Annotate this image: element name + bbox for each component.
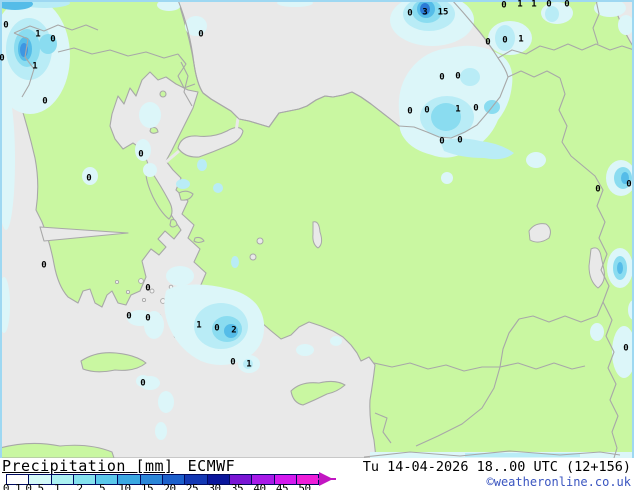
legend-model: ECMWF	[187, 457, 236, 475]
precip-value-label: 0	[230, 358, 235, 368]
precip-value-label: 0	[457, 136, 462, 146]
precip-value-label: 0	[626, 180, 631, 190]
legend-tick-label: 20	[163, 482, 176, 490]
precipitation-map: 0 1 0 0 1 0 0 0 0 0 3 15 0 1 1 0 0 0 0 1 0 0 0 0 1 0 0 0 0 0 0 0 0 0 1 0 2 0 1…	[0, 0, 634, 458]
precip-value-label: 0	[140, 379, 145, 389]
island-lemnos	[149, 126, 159, 134]
legend-bar: Precipitation [mm] ECMWF 0.1 0.5 1 2 5 10 15 20 2…	[0, 457, 634, 490]
precip-value-label: 1	[518, 35, 523, 45]
precip-value-label: 0	[126, 312, 131, 322]
precip-value-label: 0	[623, 344, 628, 354]
weather-map-screen: 0 1 0 0 1 0 0 0 0 0 3 15 0 1 1 0 0 0 0 1 0 0 0 0 1 0 0 0 0 0 0 0 0 0 1 0 2 0 1…	[0, 0, 634, 490]
precip-value-label: 1	[517, 0, 522, 10]
precip-value-label: 0	[502, 36, 507, 46]
color-scale-ticks: 0.1 0.5 1 2 5 10 15 20 25 30 35 40 45 50	[0, 482, 360, 490]
legend-tick-label: 1	[53, 482, 61, 490]
precip-value-label: 0	[407, 9, 412, 19]
precip-value-label: 0	[41, 261, 46, 271]
precip-value-label: 3	[422, 8, 427, 18]
legend-title: Precipitation [mm] ECMWF	[2, 457, 235, 475]
legend-tick-label: 30	[208, 482, 221, 490]
precip-value-label: 0	[455, 72, 460, 82]
legend-tick-label: 5	[98, 482, 106, 490]
precip-value-label: 0	[0, 54, 5, 64]
legend-tick-label: 10	[118, 482, 131, 490]
precip-value-label: 1	[531, 0, 536, 10]
precip-value-label: 0	[546, 0, 551, 10]
precip-value-label: 0	[564, 0, 569, 10]
lake-beysehir	[249, 253, 257, 261]
precip-value-label: 0	[595, 185, 600, 195]
watermark-link[interactable]: ©weatheronline.co.uk	[487, 475, 632, 489]
precip-value-label: 1	[196, 321, 201, 331]
precip-value-label: 0	[501, 1, 506, 11]
island-chios	[169, 219, 178, 228]
lake-egirdir	[256, 237, 264, 245]
precip-value-label: 15	[438, 8, 449, 18]
precip-value-label: 0	[439, 73, 444, 83]
precip-value-label: 0	[407, 107, 412, 117]
valid-time-label: Tu 14-04-2026 18..00 UTC (12+156)	[362, 459, 631, 475]
legend-tick-label: 0.5	[25, 482, 44, 490]
legend-tick-label: 35	[230, 482, 244, 490]
precip-value-label: 1	[32, 62, 37, 72]
legend-tick-label: 25	[185, 482, 199, 490]
legend-tick-label: 45	[275, 482, 289, 490]
island-thasos	[159, 90, 167, 98]
map-svg: 01 00100000 3 150 1 1 0 00 0 10 00 0 1 00 00 0000 01 0 20 1…	[0, 0, 634, 458]
legend-tick-label: 15	[140, 482, 154, 490]
precip-value-label: 0	[138, 150, 143, 160]
legend-tick-label: 50	[298, 482, 311, 490]
precip-value-label: 0	[485, 38, 490, 48]
precip-value-label: 1	[455, 105, 460, 115]
legend-tick-label: 2	[76, 482, 83, 490]
precip-value-label: 0	[439, 137, 444, 147]
legend-unit: [mm]	[135, 457, 174, 475]
precip-value-label: 0	[198, 30, 203, 40]
precip-value-label: 0	[424, 106, 429, 116]
scale-overflow-arrow-tail	[318, 478, 336, 480]
legend-tick-label: 40	[253, 482, 266, 490]
precip-value-label: 0	[42, 97, 47, 107]
precip-value-label: 1	[246, 360, 251, 370]
bosphorus-strait	[234, 117, 240, 133]
precip-value-label: 0	[214, 324, 219, 334]
precip-value-label: 0	[86, 174, 91, 184]
precip-value-label: 0	[50, 35, 55, 45]
legend-tick-label: 0.1	[2, 482, 22, 490]
precip-value-label: 0	[473, 104, 478, 114]
precip-value-label: 1	[35, 30, 40, 40]
precip-value-label: 0	[3, 21, 8, 31]
precip-value-label: 0	[145, 314, 150, 324]
legend-title-text: Precipitation	[2, 457, 126, 475]
precip-value-label: 0	[145, 284, 150, 294]
precip-value-label: 2	[231, 326, 236, 336]
